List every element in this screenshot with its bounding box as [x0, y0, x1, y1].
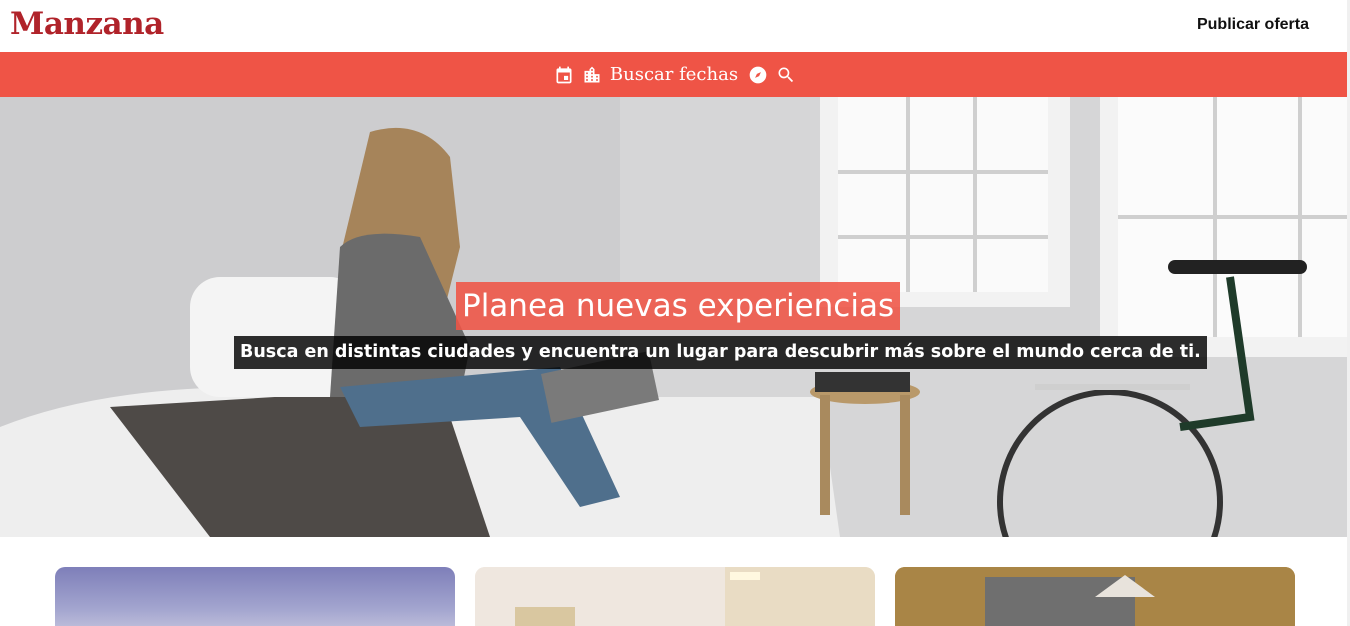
publish-offer-link[interactable]: Publicar oferta	[1197, 16, 1309, 34]
hero-banner: Planea nuevas experiencias Busca en dist…	[0, 97, 1350, 537]
destination-card[interactable]	[55, 567, 455, 626]
calendar-icon[interactable]	[554, 65, 574, 85]
destination-cards	[55, 567, 1295, 626]
search-dates-label[interactable]: Buscar fechas	[610, 64, 738, 85]
compass-icon[interactable]	[748, 65, 768, 85]
destination-card[interactable]	[895, 567, 1295, 626]
hero-subtitle: Busca en distintas ciudades y encuentra …	[234, 336, 1207, 369]
destination-card[interactable]	[475, 567, 875, 626]
hero-text-block: Planea nuevas experiencias Busca en dist…	[0, 97, 1350, 537]
search-bar[interactable]: Buscar fechas	[0, 52, 1350, 97]
search-icon[interactable]	[776, 65, 796, 85]
brand-logo[interactable]: Manzana	[10, 6, 164, 42]
hero-title: Planea nuevas experiencias	[456, 282, 901, 330]
city-icon[interactable]	[582, 65, 602, 85]
top-header: Manzana Publicar oferta	[0, 0, 1350, 52]
